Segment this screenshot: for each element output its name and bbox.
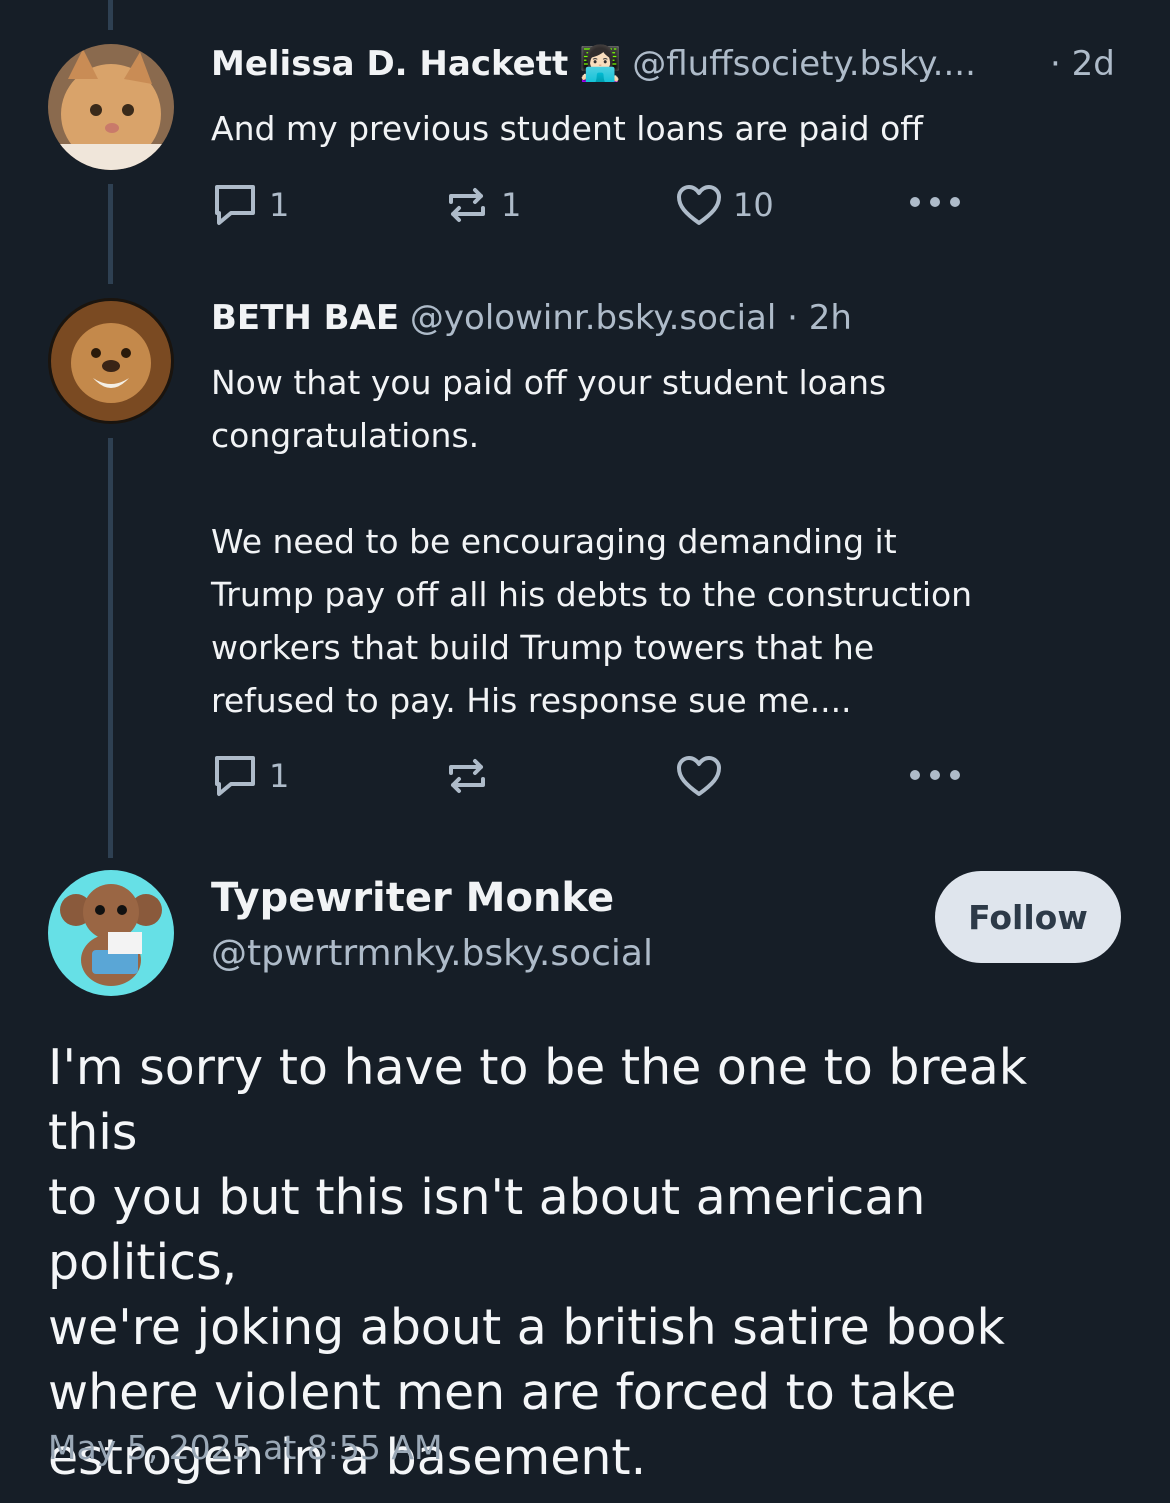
repost-icon [449,759,485,793]
text-line [211,462,1111,515]
post-text: Now that you paid off your student loans… [211,356,1111,727]
repost-count: 1 [501,186,522,224]
avatar-beth[interactable] [48,298,174,424]
text-line: we're joking about a british satire book [48,1299,1005,1356]
like-button[interactable] [675,753,733,799]
text-line: where violent men are forced to take [48,1364,957,1421]
reply-button[interactable]: 1 [211,753,289,799]
author-name[interactable]: Melissa D. Hackett [211,44,568,84]
heart-icon [677,756,721,796]
author-name[interactable]: BETH BAE [211,298,399,338]
post-time[interactable]: · 2h [787,298,852,338]
repost-icon [449,188,485,222]
avatar-melissa[interactable] [48,44,174,170]
text-line: workers that build Trump towers that he [211,628,875,667]
author-emoji-badge: 👩🏻‍💻 [579,44,622,84]
repost-button[interactable] [443,753,501,799]
author-handle[interactable]: @tpwrtrmnky.bsky.social [211,933,653,974]
avatar-typewriter-monke[interactable] [48,870,174,996]
more-options-button[interactable] [907,192,963,212]
post-actions: 1 1 10 [211,182,971,232]
author-handle[interactable]: @fluffsociety.bsky.... [632,44,976,84]
text-line: to you but this isn't about american pol… [48,1169,926,1291]
more-options-button[interactable] [907,765,963,785]
post-header: Melissa D. Hackett 👩🏻‍💻 @fluffsociety.bs… [211,44,976,84]
reply-button[interactable]: 1 [211,182,289,228]
reply-count: 1 [269,757,290,795]
post-timestamp: May 5, 2025 at 8:55 AM [48,1428,443,1467]
reply-icon [215,756,255,796]
ellipsis-icon [910,770,960,780]
follow-button[interactable]: Follow [935,871,1121,963]
post-time[interactable]: · 2d [1050,44,1115,84]
text-line: congratulations. [211,416,480,455]
repost-button[interactable]: 1 [443,182,521,228]
ellipsis-icon [910,197,960,207]
reply-icon [215,185,255,225]
text-line: We need to be encouraging demanding it [211,522,897,561]
text-line: refused to pay. His response sue me.... [211,681,852,720]
text-line: I'm sorry to have to be the one to break… [48,1039,1028,1161]
main-post-text: I'm sorry to have to be the one to break… [48,1035,1123,1490]
like-count: 10 [733,186,774,224]
author-name[interactable]: Typewriter Monke [211,875,614,921]
text-line: Trump pay off all his debts to the const… [211,575,973,614]
post-text: And my previous student loans are paid o… [211,109,924,148]
like-button[interactable]: 10 [675,182,774,228]
post-header: BETH BAE @yolowinr.bsky.social · 2h [211,298,852,338]
reply-count: 1 [269,186,290,224]
thread-line-2 [108,438,113,858]
text-line: Now that you paid off your student loans [211,363,887,402]
thread-line-top [108,0,113,30]
heart-icon [677,185,721,225]
author-handle[interactable]: @yolowinr.bsky.social [410,298,776,338]
thread-line-1 [108,184,113,284]
post-actions: 1 [211,753,971,803]
